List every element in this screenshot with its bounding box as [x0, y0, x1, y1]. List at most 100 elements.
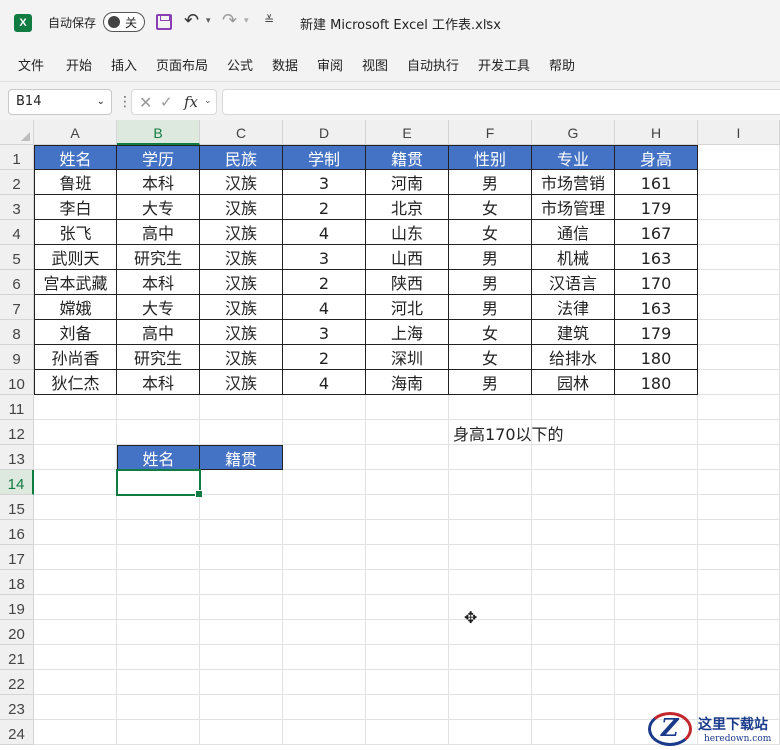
- result-header-cell[interactable]: 籍贯: [200, 445, 283, 470]
- grid-cell[interactable]: [449, 495, 532, 520]
- grid-cell[interactable]: [532, 520, 615, 545]
- row-header-1[interactable]: 1: [0, 145, 34, 170]
- grid-cell[interactable]: [34, 495, 117, 520]
- grid-cell[interactable]: [615, 445, 698, 470]
- table-header-cell[interactable]: 性别: [449, 145, 532, 170]
- grid-cell[interactable]: [532, 545, 615, 570]
- undo-icon[interactable]: ↶: [184, 10, 199, 31]
- table-cell[interactable]: 女: [449, 195, 532, 220]
- grid-cell[interactable]: [698, 395, 780, 420]
- grid-cell[interactable]: [117, 620, 200, 645]
- grid-cell[interactable]: [615, 595, 698, 620]
- grid-cell[interactable]: [698, 295, 780, 320]
- table-cell[interactable]: 法律: [532, 295, 615, 320]
- table-cell[interactable]: 陕西: [366, 270, 449, 295]
- grid-cell[interactable]: [200, 495, 283, 520]
- row-header-22[interactable]: 22: [0, 670, 34, 695]
- row-header-17[interactable]: 17: [0, 545, 34, 570]
- grid-cell[interactable]: [698, 520, 780, 545]
- grid-cell[interactable]: [283, 520, 366, 545]
- table-cell[interactable]: 163: [615, 295, 698, 320]
- tab-formulas[interactable]: 公式: [227, 55, 253, 74]
- table-cell[interactable]: 男: [449, 295, 532, 320]
- grid-cell[interactable]: [117, 670, 200, 695]
- grid-cell[interactable]: [698, 495, 780, 520]
- table-cell[interactable]: 汉语言: [532, 270, 615, 295]
- table-cell[interactable]: 4: [283, 370, 366, 395]
- grid-cell[interactable]: [117, 495, 200, 520]
- grid-cell[interactable]: [34, 720, 117, 745]
- grid-cell[interactable]: [117, 695, 200, 720]
- grid-cell[interactable]: [117, 545, 200, 570]
- cancel-icon[interactable]: ✕: [139, 93, 152, 112]
- grid-cell[interactable]: [117, 395, 200, 420]
- undo-dropdown-icon[interactable]: ▾: [206, 16, 211, 26]
- row-header-6[interactable]: 6: [0, 270, 34, 295]
- grid-cell[interactable]: [117, 570, 200, 595]
- table-cell[interactable]: 3: [283, 170, 366, 195]
- row-header-12[interactable]: 12: [0, 420, 34, 445]
- tab-help[interactable]: 帮助: [549, 55, 575, 74]
- grid-cell[interactable]: [366, 645, 449, 670]
- grid-cell[interactable]: [283, 395, 366, 420]
- redo-dropdown-icon[interactable]: ▾: [244, 16, 249, 26]
- grid-cell[interactable]: [200, 695, 283, 720]
- row-header-23[interactable]: 23: [0, 695, 34, 720]
- row-header-10[interactable]: 10: [0, 370, 34, 395]
- table-cell[interactable]: 武则天: [34, 245, 117, 270]
- table-cell[interactable]: 嫦娥: [34, 295, 117, 320]
- table-cell[interactable]: 179: [615, 195, 698, 220]
- table-cell[interactable]: 上海: [366, 320, 449, 345]
- grid-cell[interactable]: [200, 520, 283, 545]
- enter-icon[interactable]: ✓: [160, 93, 173, 111]
- grid-cell[interactable]: [449, 395, 532, 420]
- grid-cell[interactable]: [34, 470, 117, 495]
- grid-cell[interactable]: [34, 420, 117, 445]
- grid-cell[interactable]: [449, 720, 532, 745]
- grid-cell[interactable]: [283, 620, 366, 645]
- row-header-8[interactable]: 8: [0, 320, 34, 345]
- grid-cell[interactable]: [283, 570, 366, 595]
- tab-file[interactable]: 文件: [18, 55, 44, 74]
- column-header-d[interactable]: D: [283, 120, 366, 145]
- grid-cell[interactable]: [34, 670, 117, 695]
- column-header-a[interactable]: A: [34, 120, 117, 145]
- tab-view[interactable]: 视图: [362, 55, 388, 74]
- grid-cell[interactable]: [366, 520, 449, 545]
- result-header-cell[interactable]: 姓名: [117, 445, 200, 470]
- grid-cell[interactable]: [449, 670, 532, 695]
- table-cell[interactable]: 汉族: [200, 270, 283, 295]
- grid-cell[interactable]: [698, 170, 780, 195]
- redo-icon[interactable]: ↷: [222, 10, 237, 31]
- table-cell[interactable]: 刘备: [34, 320, 117, 345]
- note-text[interactable]: 身高170以下的: [453, 422, 564, 447]
- grid-cell[interactable]: [449, 595, 532, 620]
- row-header-2[interactable]: 2: [0, 170, 34, 195]
- grid-cell[interactable]: [449, 645, 532, 670]
- tab-home[interactable]: 开始: [66, 55, 92, 74]
- document-title[interactable]: 新建 Microsoft Excel 工作表.xlsx: [300, 14, 501, 33]
- table-header-cell[interactable]: 籍贯: [366, 145, 449, 170]
- table-cell[interactable]: 汉族: [200, 195, 283, 220]
- grid-cell[interactable]: [366, 595, 449, 620]
- chevron-down-icon[interactable]: ⌄: [97, 96, 105, 107]
- grid-cell[interactable]: [698, 645, 780, 670]
- table-cell[interactable]: 汉族: [200, 245, 283, 270]
- table-cell[interactable]: 研究生: [117, 245, 200, 270]
- row-header-20[interactable]: 20: [0, 620, 34, 645]
- grid-cell[interactable]: [200, 670, 283, 695]
- row-header-9[interactable]: 9: [0, 345, 34, 370]
- grid-cell[interactable]: [200, 720, 283, 745]
- grid-cell[interactable]: [449, 470, 532, 495]
- grid-cell[interactable]: [34, 520, 117, 545]
- grid-cell[interactable]: [283, 695, 366, 720]
- row-header-3[interactable]: 3: [0, 195, 34, 220]
- grid-cell[interactable]: [615, 620, 698, 645]
- active-cell-selection[interactable]: [116, 469, 203, 498]
- row-header-19[interactable]: 19: [0, 595, 34, 620]
- grid-cell[interactable]: [698, 670, 780, 695]
- grid-cell[interactable]: [698, 320, 780, 345]
- column-header-g[interactable]: G: [532, 120, 615, 145]
- table-cell[interactable]: 163: [615, 245, 698, 270]
- row-header-5[interactable]: 5: [0, 245, 34, 270]
